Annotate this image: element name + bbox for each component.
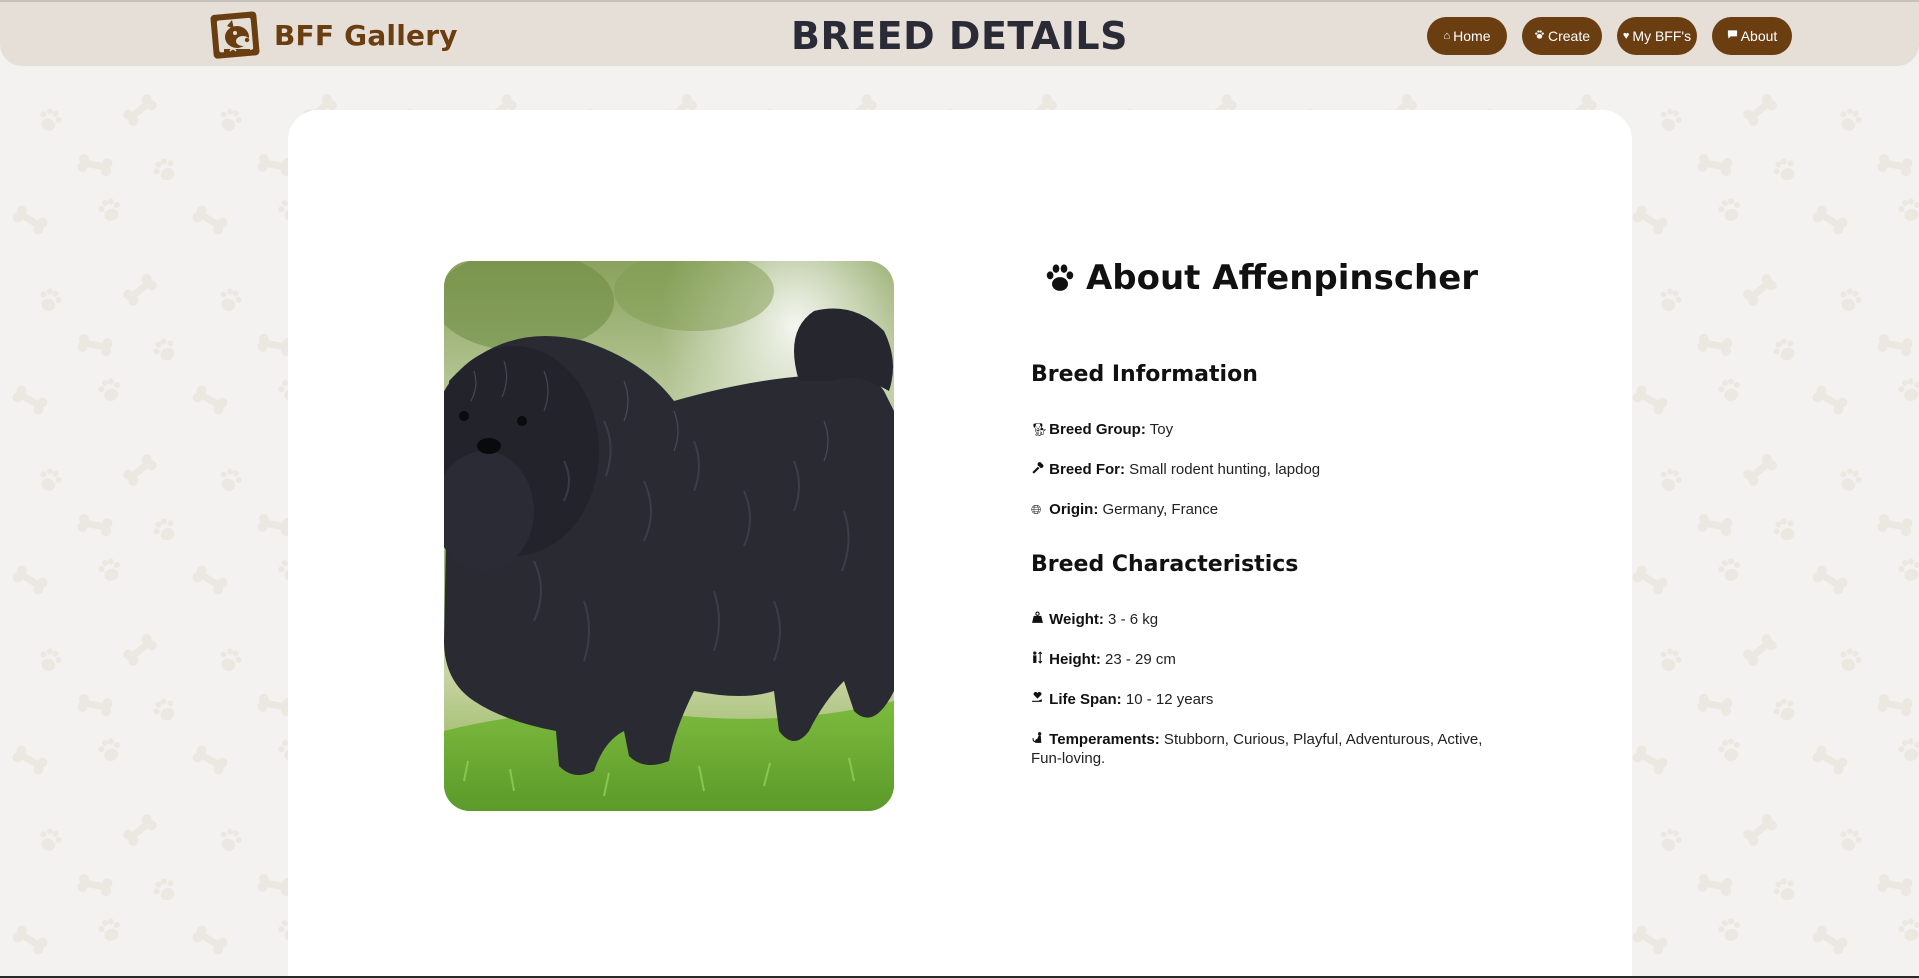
temperaments-row: Temperaments: Stubborn, Curious, Playful…: [1031, 730, 1491, 768]
breed-heading: About Affenpinscher: [1031, 258, 1491, 298]
dog-icon: 🐕︎: [1031, 422, 1048, 437]
life-span-value: 10 - 12 years: [1121, 691, 1214, 708]
weight-icon: [1031, 610, 1045, 629]
my-bffs-button[interactable]: ♥ My BFF's: [1617, 17, 1697, 55]
about-button[interactable]: About: [1712, 17, 1792, 55]
home-label: Home: [1453, 28, 1491, 44]
height-row: Height: 23 - 29 cm: [1031, 650, 1491, 669]
breed-photo: [444, 261, 894, 811]
life-span-label: Life Span:: [1049, 691, 1122, 708]
bone-icon: [1031, 460, 1045, 479]
breed-heading-text: About Affenpinscher: [1085, 258, 1479, 298]
paw-icon: [1534, 29, 1545, 43]
my-bffs-label: My BFF's: [1632, 28, 1692, 44]
breed-information-heading: Breed Information: [1031, 362, 1258, 387]
life-span-row: Life Span: 10 - 12 years: [1031, 690, 1491, 709]
height-label: Height:: [1049, 651, 1101, 668]
breed-for-row: Breed For: Small rodent hunting, lapdog: [1031, 460, 1491, 479]
breed-group-row: 🐕︎ Breed Group: Toy: [1031, 420, 1491, 439]
breed-group-label: Breed Group:: [1049, 421, 1146, 438]
dog-sit-icon: [1031, 730, 1045, 749]
chat-icon: [1727, 29, 1738, 43]
globe-icon: 🌐︎: [1031, 502, 1042, 517]
height-icon: [1031, 650, 1045, 669]
breed-for-value: Small rodent hunting, lapdog: [1125, 461, 1321, 478]
home-icon: ⌂: [1443, 29, 1451, 42]
top-header: BFF Gallery BREED DETAILS ⌂ Home Create …: [0, 0, 1919, 66]
heart-hand-icon: [1031, 690, 1045, 709]
weight-row: Weight: 3 - 6 kg: [1031, 610, 1491, 629]
weight-label: Weight:: [1049, 611, 1104, 628]
breed-group-value: Toy: [1145, 421, 1174, 438]
create-button[interactable]: Create: [1522, 17, 1602, 55]
weight-value: 3 - 6 kg: [1103, 611, 1159, 628]
main-nav: ⌂ Home Create ♥ My BFF's About: [1427, 17, 1792, 55]
breed-for-label: Breed For:: [1049, 461, 1126, 478]
origin-value: Germany, France: [1098, 501, 1219, 518]
heart-icon: ♥: [1622, 29, 1630, 42]
create-label: Create: [1547, 28, 1591, 44]
home-button[interactable]: ⌂ Home: [1427, 17, 1507, 55]
temperaments-label: Temperaments:: [1049, 731, 1160, 748]
paw-icon: [1046, 264, 1074, 291]
origin-label: Origin:: [1049, 501, 1099, 518]
breed-characteristics-heading: Breed Characteristics: [1031, 552, 1299, 577]
height-value: 23 - 29 cm: [1100, 651, 1176, 668]
about-label: About: [1740, 28, 1778, 44]
origin-row: 🌐︎ Origin: Germany, France: [1031, 500, 1491, 519]
